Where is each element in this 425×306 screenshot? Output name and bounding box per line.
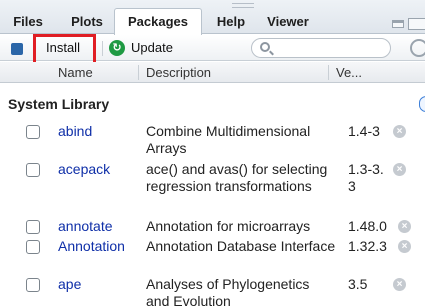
package-version: 1.3-3.3 — [348, 161, 384, 194]
remove-package-icon[interactable]: × — [393, 163, 406, 176]
minimize-icon[interactable] — [392, 20, 404, 28]
column-divider — [138, 65, 139, 80]
update-button[interactable]: Update — [131, 38, 173, 58]
package-name[interactable]: acepack — [58, 161, 110, 177]
packages-pane: Files Plots Packages Help Viewer Install… — [0, 0, 425, 306]
remove-package-icon[interactable]: × — [398, 240, 411, 253]
update-icon[interactable]: ↻ — [109, 40, 125, 56]
tab-files[interactable]: Files — [8, 12, 48, 34]
column-divider — [328, 65, 329, 80]
tab-packages[interactable]: Packages — [114, 8, 202, 35]
package-checkbox[interactable] — [26, 278, 40, 292]
package-description: ace() and avas() for selecting regressio… — [146, 161, 328, 194]
package-version: 1.32.3 — [348, 238, 387, 254]
column-description[interactable]: Description — [146, 62, 211, 83]
tab-help[interactable]: Help — [210, 12, 252, 34]
package-checkbox[interactable] — [26, 125, 40, 139]
toolbar-divider — [102, 41, 103, 56]
package-name[interactable]: abind — [58, 123, 92, 139]
scrollbar-handle[interactable] — [419, 96, 425, 112]
remove-package-icon[interactable]: × — [393, 278, 406, 291]
install-icon[interactable] — [11, 43, 23, 55]
column-name[interactable]: Name — [58, 62, 93, 83]
search-icon — [260, 42, 270, 52]
column-header: Name Description Ve... — [0, 62, 425, 83]
package-name[interactable]: annotate — [58, 218, 113, 234]
refresh-icon[interactable] — [410, 39, 425, 57]
package-description: Annotation Database Interface — [146, 238, 336, 254]
tab-plots[interactable]: Plots — [62, 12, 112, 34]
package-version: 1.48.0 — [348, 218, 387, 234]
remove-package-icon[interactable]: × — [393, 125, 406, 138]
maximize-icon[interactable] — [408, 18, 425, 30]
section-system-library: System Library — [8, 96, 110, 112]
package-checkbox[interactable] — [26, 240, 40, 254]
package-version: 3.5 — [348, 276, 368, 292]
tab-bar: Files Plots Packages Help Viewer — [0, 0, 425, 35]
package-description: Analyses of Phylogenetics and Evolution — [146, 276, 310, 306]
search-input[interactable] — [251, 38, 391, 58]
package-name[interactable]: Annotation — [58, 238, 125, 254]
package-checkbox[interactable] — [26, 163, 40, 177]
package-checkbox[interactable] — [26, 220, 40, 234]
package-version: 1.4-3 — [348, 123, 380, 139]
package-name[interactable]: ape — [58, 276, 81, 292]
column-version[interactable]: Ve... — [336, 62, 362, 83]
package-description: Annotation for microarrays — [146, 218, 311, 234]
remove-package-icon[interactable]: × — [398, 220, 411, 233]
tab-viewer[interactable]: Viewer — [262, 12, 314, 34]
drag-grip[interactable] — [232, 3, 254, 8]
package-description: Combine Multidimensional Arrays — [146, 123, 311, 156]
